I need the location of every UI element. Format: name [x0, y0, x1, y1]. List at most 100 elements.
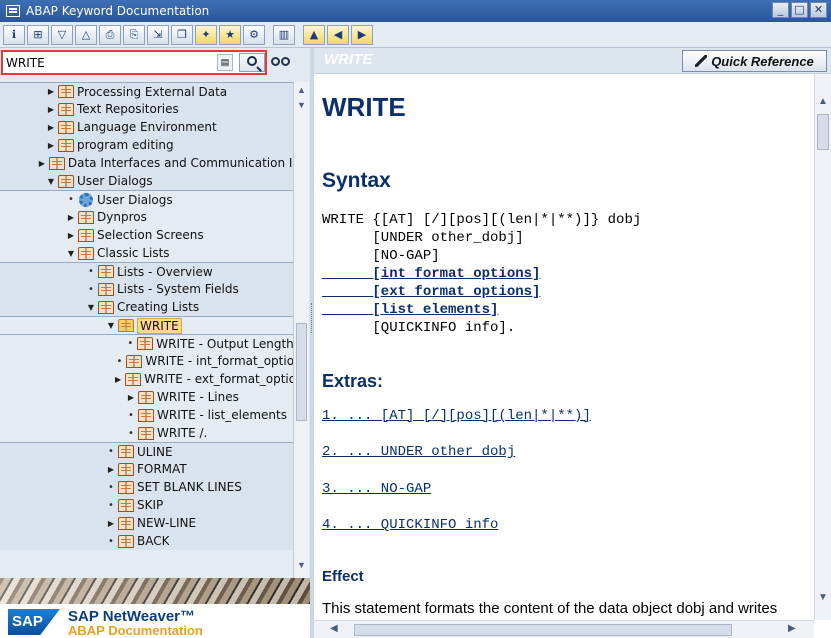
binoculars-icon[interactable] — [270, 52, 292, 72]
window-title: ABAP Keyword Documentation — [26, 4, 210, 18]
extra-link-1[interactable]: 1. ... [AT] [/][pos][(len|*|**)] — [322, 408, 591, 424]
tree-node[interactable]: ▶ program editing — [0, 136, 293, 154]
extras-heading: Extras: — [322, 371, 384, 391]
tree-node[interactable]: • WRITE /. — [0, 424, 293, 442]
syntax-line: WRITE {[AT] [/][pos][(len|*|**)]} dobj — [322, 212, 642, 228]
sap-logo: SAP — [8, 609, 60, 635]
minimize-button[interactable]: _ — [772, 2, 789, 18]
tree-node[interactable]: • Lists - Overview — [0, 262, 293, 280]
page-title: WRITE — [322, 92, 406, 122]
scroll-up-icon[interactable]: ▲ — [297, 85, 306, 95]
book-icon — [118, 516, 134, 530]
settings-icon[interactable]: ⚙ — [243, 24, 265, 45]
syntax-link-ext-format-options[interactable]: [ext_format_options] — [322, 284, 540, 300]
quick-reference-button[interactable]: Quick Reference — [682, 50, 827, 72]
effect-text: This statement formats the content of th… — [322, 600, 778, 617]
book-icon — [58, 174, 74, 188]
book-icon — [58, 102, 74, 116]
book-icon — [118, 498, 134, 512]
tree-node[interactable]: • User Dialogs — [0, 190, 293, 208]
book-icon — [118, 462, 134, 476]
collapse-icon[interactable]: △ — [75, 24, 97, 45]
tree-node[interactable]: • Lists - System Fields — [0, 280, 293, 298]
extra-link-2[interactable]: 2. ... UNDER other_dobj — [322, 444, 515, 460]
tree-node[interactable]: ▶ Language Environment — [0, 118, 293, 136]
tree-node[interactable]: • WRITE - int_format_options — [0, 352, 293, 370]
book-icon — [58, 120, 74, 134]
maximize-button[interactable]: □ — [791, 2, 808, 18]
print-icon[interactable]: ⎙ — [99, 24, 121, 45]
info-icon[interactable]: ℹ — [3, 24, 25, 45]
document-header-title: WRITE — [324, 51, 373, 68]
layout-icon[interactable]: ▥ — [273, 24, 295, 45]
scroll-down-icon[interactable]: ▼ — [297, 560, 306, 570]
tree-node[interactable]: • BACK — [0, 532, 293, 550]
app-icon — [6, 5, 20, 17]
syntax-link-list-elements[interactable]: [list_elements] — [322, 302, 498, 318]
tree-node[interactable]: ▶ Data Interfaces and Communication Inte… — [0, 154, 293, 172]
book-icon — [137, 337, 154, 350]
document-horizontal-scrollbar[interactable]: ◀ ▶ — [314, 620, 814, 638]
tree-node[interactable]: ▶ NEW-LINE — [0, 514, 293, 532]
banner-photo — [0, 578, 310, 604]
tree-node[interactable]: ▶ WRITE - ext_format_options — [0, 370, 293, 388]
scroll-right-icon[interactable]: ▶ — [788, 623, 796, 634]
tree-node[interactable]: • WRITE - Output Length — [0, 334, 293, 352]
bookmark-icon[interactable]: ✦ — [195, 24, 217, 45]
tree-node[interactable]: ▶ Text Repositories — [0, 100, 293, 118]
book-icon — [138, 390, 154, 404]
scroll-down-icon[interactable]: ▼ — [818, 592, 828, 603]
tree-node[interactable]: ▶ FORMAT — [0, 460, 293, 478]
tree-icon[interactable]: ⊞ — [27, 24, 49, 45]
book-icon — [126, 354, 143, 368]
effect-heading: Effect — [322, 568, 364, 585]
tree-node[interactable]: • ULINE — [0, 442, 293, 460]
tree-node[interactable]: • SET BLANK LINES — [0, 478, 293, 496]
back-icon[interactable]: ◀ — [327, 24, 349, 45]
search-icon — [247, 56, 257, 66]
gear-icon — [79, 192, 93, 207]
tree-node[interactable]: ▼ User Dialogs — [0, 172, 293, 190]
tree-vertical-scrollbar[interactable]: ▲ ▼ ▼ — [293, 82, 309, 578]
scroll-thumb[interactable] — [354, 624, 732, 636]
search-box: ▤ — [1, 50, 267, 75]
book-icon — [58, 85, 74, 98]
search-history-icon[interactable]: ▤ — [217, 54, 233, 71]
up-icon[interactable]: ▲ — [303, 24, 325, 45]
document-vertical-scrollbar[interactable]: ▲ ▼ — [814, 74, 831, 620]
window-controls: _ □ ✕ — [772, 2, 827, 18]
tree-node[interactable]: ▶ Dynpros — [0, 208, 293, 226]
tree-node[interactable]: • WRITE - list_elements — [0, 406, 293, 424]
expand-icon[interactable]: ▽ — [51, 24, 73, 45]
book-icon — [118, 445, 134, 458]
tree-node[interactable]: ▶ Processing External Data — [0, 82, 293, 100]
export-icon[interactable]: ⇲ — [147, 24, 169, 45]
pen-icon — [695, 55, 708, 67]
print-preview-icon[interactable]: ⎘ — [123, 24, 145, 45]
navigation-panel: ▤ ▶ Processing External Data ▶ Text Repo… — [0, 48, 310, 638]
search-row: ▤ — [0, 48, 310, 82]
tree-node[interactable]: • SKIP — [0, 496, 293, 514]
scroll-up-icon[interactable]: ▲ — [818, 96, 828, 107]
extra-link-3[interactable]: 3. ... NO-GAP — [322, 481, 431, 497]
scroll-down-icon[interactable]: ▼ — [297, 100, 306, 110]
search-button[interactable] — [239, 53, 265, 72]
scroll-thumb[interactable] — [817, 114, 829, 150]
syntax-link-int-format-options[interactable]: [int_format_options] — [322, 266, 540, 282]
syntax-line: [QUICKINFO info]. — [322, 320, 516, 336]
tree-node-selected[interactable]: ▼ WRITE — [0, 316, 293, 334]
favorite-icon[interactable]: ★ — [219, 24, 241, 45]
copy-icon[interactable]: ❐ — [171, 24, 193, 45]
book-icon — [78, 228, 94, 242]
extra-link-4[interactable]: 4. ... QUICKINFO info — [322, 517, 498, 533]
search-input[interactable] — [6, 55, 214, 70]
scroll-left-icon[interactable]: ◀ — [330, 623, 338, 634]
tree-node[interactable]: ▼ Classic Lists — [0, 244, 293, 262]
close-button[interactable]: ✕ — [810, 2, 827, 18]
scroll-thumb[interactable] — [296, 323, 307, 421]
tree-node[interactable]: ▶ WRITE - Lines — [0, 388, 293, 406]
tree-node[interactable]: ▼ Creating Lists — [0, 298, 293, 316]
forward-icon[interactable]: ▶ — [351, 24, 373, 45]
topic-tree: ▶ Processing External Data ▶ Text Reposi… — [0, 82, 293, 578]
tree-node[interactable]: ▶ Selection Screens — [0, 226, 293, 244]
